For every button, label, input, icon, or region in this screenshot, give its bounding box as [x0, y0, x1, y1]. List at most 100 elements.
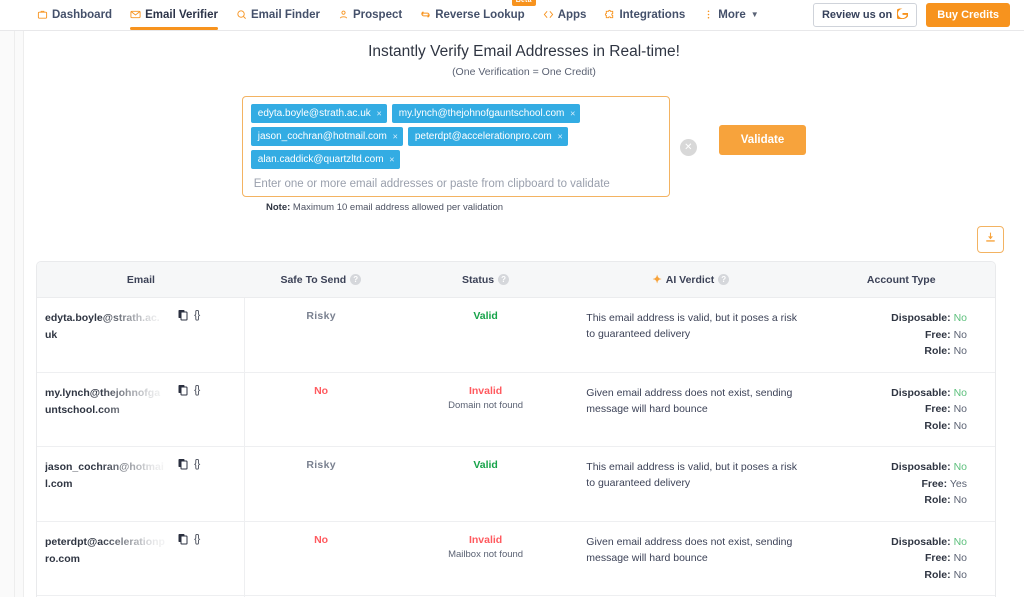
nav-item-label: Email Verifier	[145, 8, 218, 21]
cell-status: Valid	[397, 447, 574, 522]
copy-icon[interactable]	[177, 533, 189, 545]
nav-item-label: Integrations	[619, 8, 686, 21]
column-header-status[interactable]: Status ?	[396, 262, 575, 298]
cell-email: edyta.boyle@strath.ac.uk {}	[37, 297, 246, 372]
review-us-label: Review us on	[821, 9, 893, 21]
email-address-text: my.lynch@thejohnofgauntschool.com	[45, 386, 161, 416]
page-body: Instantly Verify Email Addresses in Real…	[0, 31, 1024, 597]
column-header-account-type-label: Account Type	[866, 273, 936, 286]
free-label: Free:	[921, 477, 948, 490]
email-address-text: edyta.boyle@strath.ac.uk	[45, 312, 160, 341]
account-free: Free: Yes	[813, 476, 967, 493]
json-braces-icon[interactable]: {}	[194, 309, 200, 321]
email-tag: jason_cochran@hotmail.com ×	[250, 127, 403, 146]
google-g-icon	[895, 8, 909, 22]
safe-to-send-value: No	[314, 384, 329, 397]
column-header-email[interactable]: Email	[37, 262, 245, 298]
safe-to-send-help-icon[interactable]: ?	[350, 274, 362, 285]
column-header-status-label: Status	[462, 273, 495, 286]
nav-item-dashboard[interactable]: Dashboard	[28, 2, 121, 29]
email-tag: peterdpt@accelerationpro.com ×	[407, 127, 568, 146]
clear-all-button[interactable]: ✕	[679, 139, 697, 156]
column-header-email-label: Email	[126, 273, 155, 286]
safe-to-send-value: Risky	[306, 459, 336, 471]
person-icon	[338, 9, 349, 20]
nav-item-email-verifier[interactable]: Email Verifier	[121, 2, 227, 30]
download-row	[24, 226, 1024, 253]
column-header-account-type[interactable]: Account Type	[807, 262, 995, 298]
status-badge: Invalid	[468, 384, 503, 397]
nav-item-list: Dashboard Email Verifier Email Finder Prosp…	[28, 0, 813, 30]
nav-item-prospect[interactable]: Prospect	[329, 2, 411, 29]
review-us-button[interactable]: Review us on	[812, 3, 918, 27]
ai-verdict-text: This email address is valid, but it pose…	[586, 461, 797, 489]
nav-item-label: Dashboard	[52, 8, 113, 21]
column-header-ai-verdict[interactable]: ✦ AI Verdict ?	[574, 262, 808, 298]
cell-safe-to-send: No	[245, 521, 397, 596]
nav-item-more[interactable]: More ▼	[694, 2, 767, 29]
buy-credits-button[interactable]: Buy Credits	[926, 3, 1010, 27]
email-address-text: peterdpt@accelerationpro.com	[45, 535, 165, 565]
nav-item-email-finder[interactable]: Email Finder	[227, 2, 329, 29]
nav-item-apps[interactable]: Apps	[534, 2, 596, 29]
safe-to-send-value: Risky	[306, 310, 336, 322]
free-value: No	[953, 552, 967, 564]
email-tag-label: alan.caddick@quartzltd.com	[257, 154, 384, 165]
cell-status: Invalid Mailbox not found	[397, 521, 574, 596]
table-row: jason_cochran@hotmail.com {} Risky Valid Thi…	[37, 446, 995, 522]
copy-icon[interactable]	[177, 309, 189, 321]
remove-tag-icon[interactable]: ×	[377, 107, 382, 120]
email-tag: edyta.boyle@strath.ac.uk ×	[250, 104, 387, 123]
table-row: edyta.boyle@strath.ac.uk {} Risky Valid This…	[37, 297, 995, 373]
status-badge: Invalid	[468, 533, 503, 546]
puzzle-icon	[604, 9, 615, 20]
role-value: No	[953, 345, 967, 357]
ai-verdict-help-icon[interactable]: ?	[718, 274, 730, 285]
nav-item-reverse-lookup[interactable]: Reverse Lookup Beta	[411, 0, 536, 29]
json-braces-icon[interactable]: {}	[194, 533, 200, 545]
max-email-note: Note: Maximum 10 email address allowed p…	[266, 202, 694, 213]
account-disposable: Disposable: No	[813, 310, 967, 327]
nav-item-label: Prospect	[352, 8, 403, 21]
main-content: Instantly Verify Email Addresses in Real…	[24, 31, 1024, 597]
nav-item-label: More	[718, 8, 746, 21]
download-results-button[interactable]	[977, 226, 1004, 253]
remove-tag-icon[interactable]: ×	[558, 130, 563, 143]
free-label: Free:	[924, 403, 951, 415]
column-header-safe-to-send[interactable]: Safe To Send ?	[244, 262, 397, 298]
email-tag-label: edyta.boyle@strath.ac.uk	[257, 108, 371, 119]
free-value: No	[953, 403, 967, 415]
nav-item-integrations[interactable]: Integrations	[595, 2, 694, 29]
email-tag-label: jason_cochran@hotmail.com	[257, 131, 387, 142]
top-navigation-bar: Dashboard Email Verifier Email Finder Prosp…	[0, 0, 1024, 31]
copy-icon[interactable]	[177, 458, 189, 470]
role-label: Role:	[924, 345, 951, 357]
account-free: Free: No	[813, 550, 967, 567]
remove-tag-icon[interactable]: ×	[393, 130, 398, 143]
validate-button[interactable]: Validate	[718, 125, 807, 155]
status-help-icon[interactable]: ?	[498, 274, 510, 285]
cell-email: my.lynch@thejohnofgauntschool.com {}	[37, 372, 246, 447]
remove-tag-icon[interactable]: ×	[389, 153, 394, 166]
account-role: Role: No	[813, 567, 967, 584]
email-row-actions: {}	[177, 533, 200, 545]
remove-tag-icon[interactable]: ×	[570, 107, 575, 120]
beta-badge: Beta	[511, 0, 536, 6]
cell-safe-to-send: Risky	[245, 298, 397, 373]
role-value: No	[953, 494, 967, 506]
cell-status: Invalid Domain not found	[397, 372, 574, 447]
json-braces-icon[interactable]: {}	[194, 384, 200, 396]
email-tag-list: edyta.boyle@strath.ac.uk × my.lynch@thejoh…	[250, 104, 661, 169]
free-label: Free:	[924, 552, 951, 564]
nav-item-label: Apps	[557, 8, 587, 21]
table-row: peterdpt@accelerationpro.com {} No Invalid M…	[37, 521, 995, 596]
left-rail-divider-outer	[14, 31, 15, 597]
json-braces-icon[interactable]: {}	[194, 458, 200, 470]
disposable-label: Disposable:	[891, 386, 951, 399]
email-tag-input[interactable]: edyta.boyle@strath.ac.uk × my.lynch@thejoh…	[241, 96, 697, 197]
email-input-placeholder[interactable]: Enter one or more email addresses or pas…	[251, 178, 661, 190]
envelope-icon	[130, 9, 141, 20]
status-reason: Domain not found	[448, 399, 524, 411]
copy-icon[interactable]	[177, 384, 189, 396]
cell-ai-verdict: Given email address does not exist, send…	[574, 372, 807, 447]
